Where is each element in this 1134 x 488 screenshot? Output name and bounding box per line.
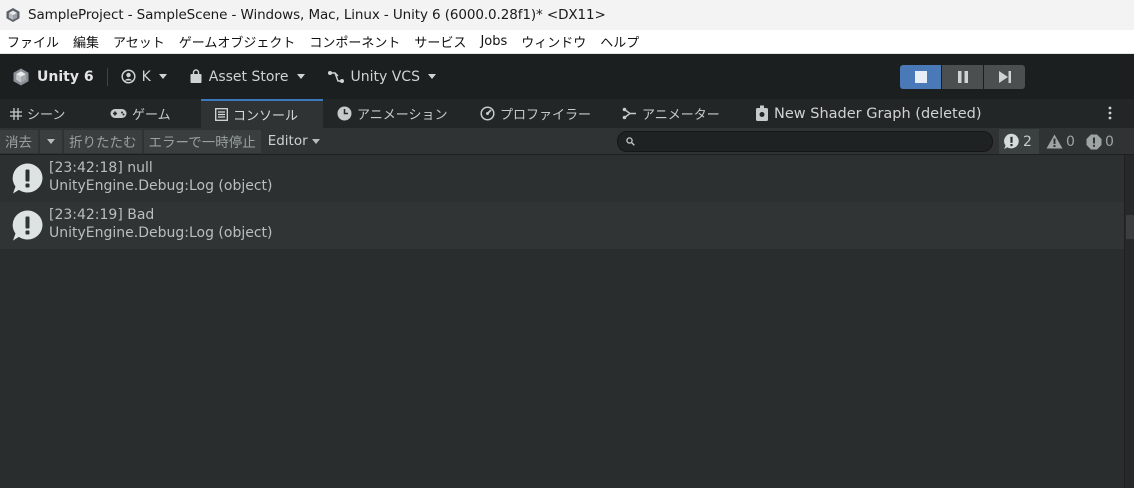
window-title: SampleProject - SampleScene - Windows, M… xyxy=(28,7,606,23)
log-info-icon xyxy=(11,162,44,199)
info-icon xyxy=(1003,133,1020,150)
tab-animator[interactable]: アニメーター xyxy=(612,99,730,128)
menu-component[interactable]: コンポーネント xyxy=(302,32,407,51)
log-message: [23:42:19] Bad xyxy=(49,207,155,223)
warning-count-toggle[interactable]: 0 xyxy=(1042,129,1079,154)
chevron-down-icon xyxy=(296,74,305,79)
info-count: 2 xyxy=(1023,133,1032,150)
unity-app-icon xyxy=(6,8,20,22)
console-toolbar: 消去 折りたたむ エラーで一時停止 Editor 2 0 0 xyxy=(0,128,1134,155)
tab-new-shader-graph[interactable]: New Shader Graph (deleted) xyxy=(745,99,992,128)
tab-label: New Shader Graph (deleted) xyxy=(774,105,982,122)
unity-vcs-label: Unity VCS xyxy=(350,68,420,85)
scrollbar-thumb[interactable] xyxy=(1126,215,1134,239)
tab-label: コンソール xyxy=(233,109,299,124)
editor-target-dropdown[interactable]: Editor xyxy=(262,129,325,153)
log-stacktrace: UnityEngine.Debug:Log (object) xyxy=(49,178,273,194)
editor-tab-bar: シーン ゲーム コンソール アニメーション プロファイラー アニメーター New… xyxy=(0,99,1134,128)
menu-jobs[interactable]: Jobs xyxy=(473,34,514,49)
toolbar-divider xyxy=(106,67,108,86)
gamepad-icon xyxy=(110,108,127,119)
collapse-toggle[interactable]: 折りたたむ xyxy=(64,129,142,153)
chevron-down-icon xyxy=(311,138,320,144)
error-pause-toggle[interactable]: エラーで一時停止 xyxy=(143,129,261,153)
search-input[interactable] xyxy=(617,131,993,152)
asset-store-label: Asset Store xyxy=(208,68,289,85)
version-control-icon xyxy=(327,70,345,84)
animator-icon xyxy=(622,107,637,120)
stop-icon xyxy=(914,71,927,83)
error-count-toggle[interactable]: 0 xyxy=(1082,129,1122,154)
tab-scene[interactable]: シーン xyxy=(0,99,75,128)
warning-count: 0 xyxy=(1066,133,1075,150)
account-label: K xyxy=(141,68,151,85)
error-pause-label: エラーで一時停止 xyxy=(148,135,256,151)
error-count: 0 xyxy=(1105,133,1114,150)
unity-version-button[interactable]: Unity 6 xyxy=(0,54,94,99)
tab-label: シーン xyxy=(27,108,66,123)
more-options-icon[interactable] xyxy=(1108,105,1112,124)
tab-game[interactable]: ゲーム xyxy=(100,99,181,128)
clock-icon xyxy=(337,106,352,121)
tab-label: プロファイラー xyxy=(500,108,592,123)
search-icon xyxy=(626,137,635,146)
menu-services[interactable]: サービス xyxy=(407,32,473,51)
log-message: [23:42:18] null xyxy=(49,160,153,176)
chevron-down-icon xyxy=(158,74,167,79)
main-toolbar: Unity 6 K Asset Store Unity VCS xyxy=(0,54,1134,99)
clear-label: 消去 xyxy=(5,135,32,151)
gauge-icon xyxy=(480,106,495,121)
log-entry[interactable]: [23:42:19] Bad UnityEngine.Debug:Log (ob… xyxy=(0,202,1124,249)
account-icon xyxy=(121,69,136,84)
tab-profiler[interactable]: プロファイラー xyxy=(470,99,601,128)
info-count-toggle[interactable]: 2 xyxy=(999,129,1039,154)
clear-button[interactable]: 消去 xyxy=(0,129,38,153)
log-info-icon xyxy=(11,209,44,246)
menu-bar: ファイル 編集 アセット ゲームオブジェクト コンポーネント サービス Jobs… xyxy=(0,30,1134,54)
account-dropdown[interactable]: K xyxy=(121,54,167,99)
title-bar: SampleProject - SampleScene - Windows, M… xyxy=(0,0,1134,30)
play-button[interactable] xyxy=(900,65,941,89)
unity-vcs-dropdown[interactable]: Unity VCS xyxy=(327,54,436,99)
menu-help[interactable]: ヘルプ xyxy=(593,32,646,51)
unity-version-label: Unity 6 xyxy=(37,68,94,85)
asset-store-dropdown[interactable]: Asset Store xyxy=(189,54,305,99)
log-stacktrace: UnityEngine.Debug:Log (object) xyxy=(49,225,273,241)
log-entry[interactable]: [23:42:18] null UnityEngine.Debug:Log (o… xyxy=(0,155,1124,202)
chevron-down-icon xyxy=(427,74,436,79)
error-icon xyxy=(1086,134,1102,150)
pause-icon xyxy=(957,71,968,83)
chevron-down-icon xyxy=(47,138,55,144)
shopping-bag-icon xyxy=(189,69,203,84)
menu-window[interactable]: ウィンドウ xyxy=(514,32,593,51)
menu-file[interactable]: ファイル xyxy=(0,32,66,51)
collapse-label: 折りたたむ xyxy=(69,135,137,151)
log-scrollbar[interactable] xyxy=(1124,155,1134,488)
menu-assets[interactable]: アセット xyxy=(106,32,172,51)
step-icon xyxy=(998,71,1011,83)
grid-icon xyxy=(10,107,22,120)
tab-label: アニメーション xyxy=(357,108,448,123)
playmode-controls xyxy=(900,65,1026,89)
tab-console[interactable]: コンソール xyxy=(201,99,323,128)
console-log-list: [23:42:18] null UnityEngine.Debug:Log (o… xyxy=(0,155,1124,488)
tab-label: アニメーター xyxy=(642,108,720,123)
step-button[interactable] xyxy=(984,65,1025,89)
menu-edit[interactable]: 編集 xyxy=(66,32,106,51)
editor-label: Editor xyxy=(267,133,308,149)
warning-icon xyxy=(1046,134,1063,149)
shader-graph-icon xyxy=(755,105,769,122)
console-icon xyxy=(215,108,228,121)
unity-logo-icon xyxy=(13,68,29,85)
pause-button[interactable] xyxy=(942,65,983,89)
clear-options-dropdown[interactable] xyxy=(40,129,62,153)
menu-gameobject[interactable]: ゲームオブジェクト xyxy=(172,32,303,51)
tab-label: ゲーム xyxy=(132,108,171,123)
tab-animation[interactable]: アニメーション xyxy=(327,99,457,128)
